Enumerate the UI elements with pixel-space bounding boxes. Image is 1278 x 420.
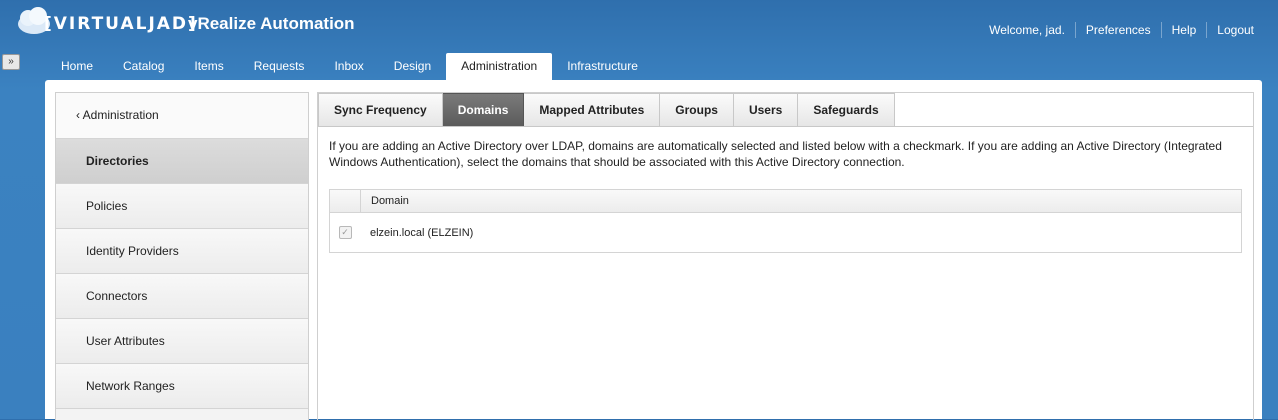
tab-divider	[318, 126, 1253, 127]
domains-table: Domain ✓ elzein.local (ELZEIN)	[329, 189, 1242, 253]
sidebar-item-directories[interactable]: Directories	[56, 139, 308, 184]
preferences-link[interactable]: Preferences	[1086, 23, 1151, 37]
sidebar: ‹ Administration Directories Policies Id…	[55, 92, 309, 420]
sidebar-item-policies[interactable]: Policies	[56, 184, 308, 229]
logo-text: [VIRTUALJAD]	[44, 14, 198, 34]
divider	[1206, 22, 1208, 38]
domain-checkbox[interactable]: ✓	[338, 226, 352, 239]
logo: [VIRTUALJAD]	[16, 2, 196, 48]
tab-bar: Sync Frequency Domains Mapped Attributes…	[318, 93, 895, 127]
domains-description: If you are adding an Active Directory ov…	[329, 139, 1222, 169]
nav-catalog[interactable]: Catalog	[108, 53, 179, 80]
top-links: Welcome, jad. Preferences Help Logout	[989, 22, 1254, 38]
sidebar-back-administration[interactable]: ‹ Administration	[56, 93, 308, 139]
nav-home[interactable]: Home	[46, 53, 108, 80]
tab-sync-frequency[interactable]: Sync Frequency	[318, 93, 443, 127]
table-row: ✓ elzein.local (ELZEIN)	[330, 213, 1241, 252]
content-panel: ‹ Administration Directories Policies Id…	[45, 80, 1262, 420]
tab-users[interactable]: Users	[733, 93, 799, 127]
main-panel: Sync Frequency Domains Mapped Attributes…	[317, 92, 1254, 420]
app-title: vRealize Automation	[188, 14, 355, 33]
sidebar-item-user-attributes[interactable]: User Attributes	[56, 319, 308, 364]
help-link[interactable]: Help	[1172, 23, 1197, 37]
row-checkbox-cell: ✓	[330, 226, 360, 239]
divider	[1074, 22, 1076, 38]
sidebar-item-network-ranges[interactable]: Network Ranges	[56, 364, 308, 409]
main-nav: Home Catalog Items Requests Inbox Design…	[46, 53, 653, 80]
expand-panel-button[interactable]: »	[2, 54, 20, 70]
tab-domains[interactable]: Domains	[442, 93, 525, 127]
column-header-domain: Domain	[371, 195, 409, 207]
checkbox-column-header	[330, 190, 361, 212]
tab-groups[interactable]: Groups	[660, 93, 734, 127]
nav-design[interactable]: Design	[379, 53, 446, 80]
table-header: Domain	[330, 190, 1241, 213]
logout-link[interactable]: Logout	[1217, 23, 1254, 37]
nav-administration[interactable]: Administration	[446, 53, 553, 80]
domain-name: elzein.local (ELZEIN)	[370, 226, 474, 239]
nav-inbox[interactable]: Inbox	[319, 53, 378, 80]
divider	[1160, 22, 1162, 38]
nav-requests[interactable]: Requests	[239, 53, 320, 80]
nav-infrastructure[interactable]: Infrastructure	[552, 53, 653, 80]
nav-items[interactable]: Items	[179, 53, 238, 80]
tab-safeguards[interactable]: Safeguards	[798, 93, 895, 127]
sidebar-item-connectors[interactable]: Connectors	[56, 274, 308, 319]
app-header: [VIRTUALJAD] vRealize Automation Welcome…	[0, 0, 1278, 58]
sidebar-item-identity-providers[interactable]: Identity Providers	[56, 229, 308, 274]
welcome-text: Welcome, jad.	[989, 23, 1065, 37]
tab-mapped-attributes[interactable]: Mapped Attributes	[524, 93, 661, 127]
